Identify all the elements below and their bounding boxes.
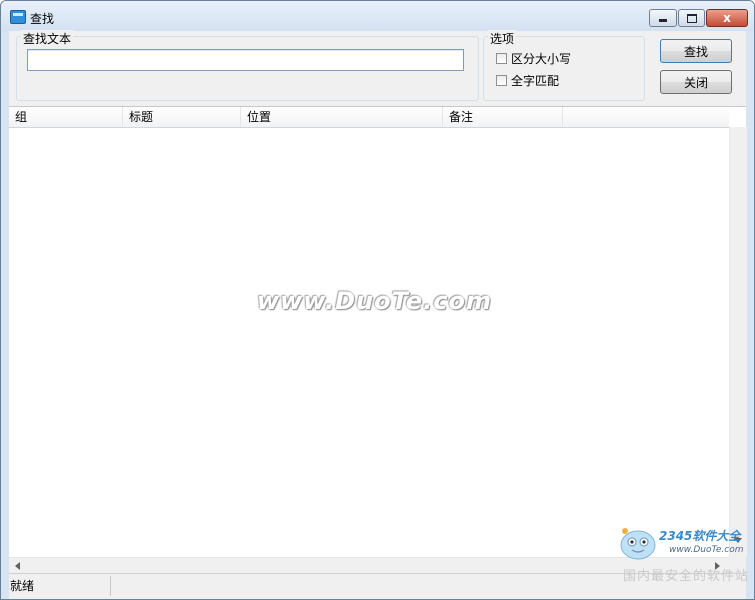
options-group: 选项 区分大小写 全字匹配 <box>483 30 645 101</box>
minimize-button[interactable] <box>649 9 677 27</box>
search-text-group-label: 查找文本 <box>21 30 74 47</box>
scroll-left-arrow-icon[interactable] <box>15 562 20 570</box>
whole-word-option[interactable]: 全字匹配 <box>496 72 559 89</box>
maximize-button[interactable] <box>678 9 705 27</box>
column-header-title[interactable]: 标题 <box>123 107 241 127</box>
column-header-group[interactable]: 组 <box>9 107 123 127</box>
close-button[interactable]: 关闭 <box>660 70 732 94</box>
mascot-icon <box>620 528 656 560</box>
app-window-icon <box>10 10 26 24</box>
case-sensitive-option[interactable]: 区分大小写 <box>496 50 571 67</box>
column-header-position[interactable]: 位置 <box>241 107 443 127</box>
site-logo: 2345软件大全 www.DuoTe.com 国内最安全的软件站 <box>613 521 754 584</box>
maximize-icon <box>686 13 697 23</box>
results-list[interactable]: 组 标题 位置 备注 www.DuoTe.com <box>9 106 747 575</box>
search-button[interactable]: 查找 <box>660 39 732 63</box>
case-sensitive-label: 区分大小写 <box>511 52 572 66</box>
options-group-label: 选项 <box>488 30 517 47</box>
whole-word-checkbox[interactable] <box>496 75 507 86</box>
window-title: 查找 <box>30 12 55 26</box>
search-input[interactable] <box>27 49 464 71</box>
dialog-client-area: 查找文本 选项 区分大小写 全字匹配 查找 关闭 组 标题 位置 备注 www.… <box>9 30 747 599</box>
logo-brand-text: 2345软件大全 <box>659 529 741 543</box>
logo-slogan-text: 国内最安全的软件站 <box>623 569 750 584</box>
results-list-header: 组 标题 位置 备注 <box>9 107 729 128</box>
watermark-text: www.DuoTe.com <box>257 287 492 315</box>
logo-url-text: www.DuoTe.com <box>669 545 744 555</box>
vertical-scrollbar[interactable] <box>729 127 747 557</box>
whole-word-label: 全字匹配 <box>511 74 560 88</box>
find-dialog-window: 查找 x 查找文本 选项 区分大小写 全字匹配 查找 关闭 组 标题 位置 备注… <box>0 0 755 600</box>
minimize-icon <box>659 19 667 22</box>
search-text-group: 查找文本 <box>16 30 479 101</box>
close-icon: x <box>723 11 731 25</box>
status-text: 就绪 <box>3 576 111 596</box>
window-close-button[interactable]: x <box>706 9 748 27</box>
case-sensitive-checkbox[interactable] <box>496 53 507 64</box>
column-header-note[interactable]: 备注 <box>443 107 563 127</box>
title-bar[interactable]: 查找 x <box>1 1 754 31</box>
